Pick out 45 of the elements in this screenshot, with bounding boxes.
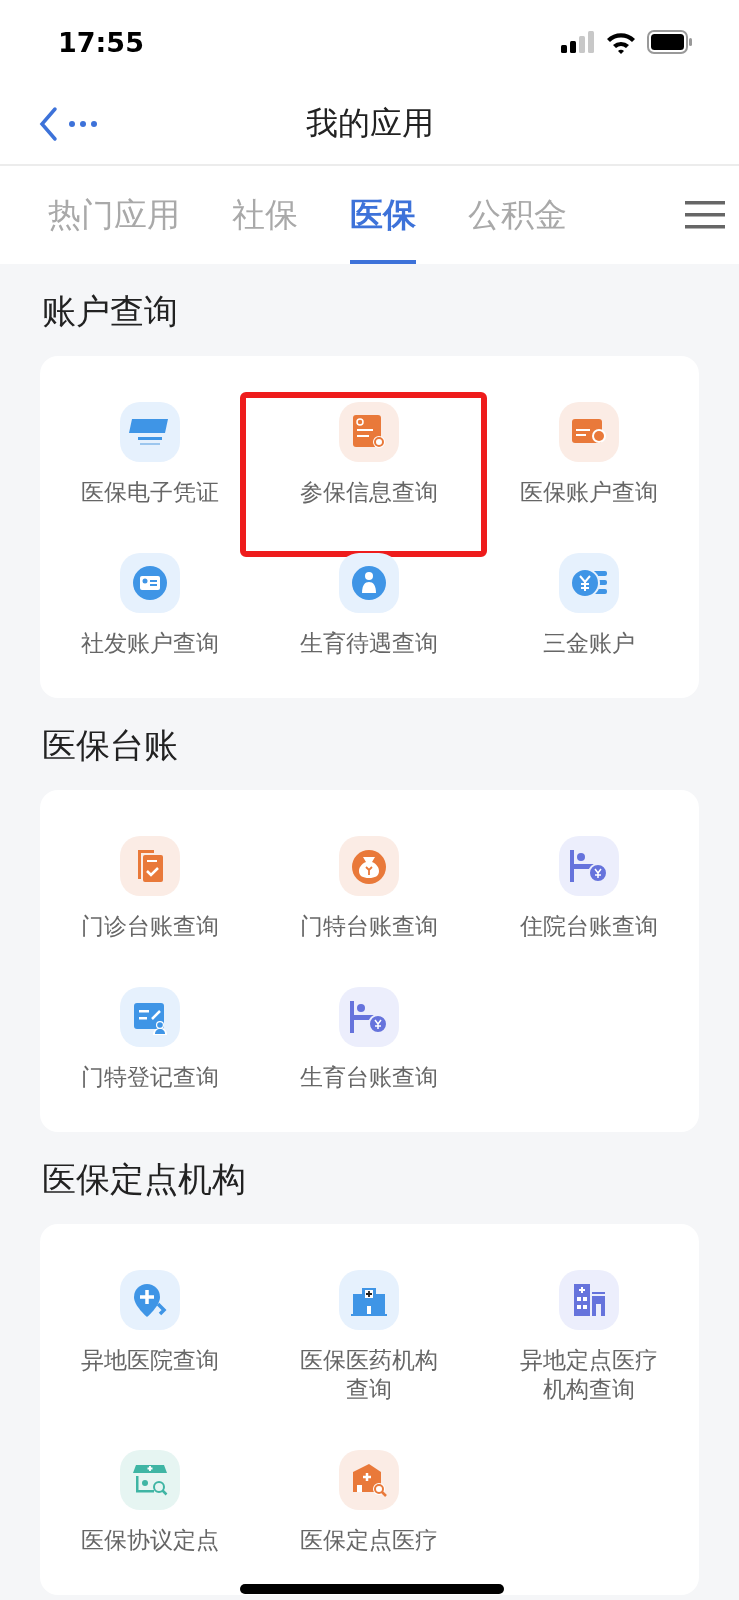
bed-yen-icon	[339, 987, 400, 1047]
app-shortcut[interactable]: 门特登记查询	[69, 987, 230, 1092]
page-title: 我的应用	[305, 103, 434, 144]
document-check-icon	[119, 836, 180, 896]
app-shortcut[interactable]: 医保定点医疗	[289, 1450, 450, 1555]
app-shortcut[interactable]: 生育待遇查询	[289, 553, 450, 658]
app-shortcut[interactable]: 医保医药机构查询	[289, 1270, 450, 1404]
bed-yen-icon	[559, 836, 620, 896]
more-icon	[68, 120, 98, 128]
status-time: 17:55	[58, 26, 144, 58]
id-card-icon	[119, 553, 180, 613]
location-plus-icon	[119, 1270, 180, 1330]
app-shortcut[interactable]: 三金账户	[509, 553, 670, 658]
wifi-icon	[605, 30, 637, 54]
hospital-search-icon	[339, 1450, 400, 1510]
back-icon	[38, 106, 58, 142]
money-bag-icon	[339, 836, 400, 896]
app-shortcut[interactable]: 医保协议定点	[69, 1450, 230, 1555]
buildings-icon	[559, 1270, 620, 1330]
shop-search-icon	[119, 1450, 180, 1510]
document-search-icon	[339, 402, 400, 462]
app-shortcut[interactable]: 医保电子凭证	[69, 402, 230, 507]
hospital-icon	[339, 1270, 400, 1330]
card-yen-icon	[559, 402, 620, 462]
app-shortcut[interactable]: 医保账户查询	[509, 402, 670, 507]
section-title: 医保定点机构	[42, 1158, 247, 1201]
person-icon	[339, 553, 400, 613]
logo-icon	[119, 402, 180, 462]
section-title: 医保台账	[42, 724, 179, 767]
battery-icon	[647, 30, 693, 54]
app-shortcut[interactable]: 住院台账查询	[509, 836, 670, 941]
signal-icon	[561, 31, 595, 53]
back-button[interactable]	[38, 106, 98, 142]
app-shortcut[interactable]: 参保信息查询	[289, 402, 450, 507]
app-shortcut[interactable]: 生育台账查询	[289, 987, 450, 1092]
app-shortcut[interactable]: 门诊台账查询	[69, 836, 230, 941]
form-person-icon	[119, 987, 180, 1047]
section-title: 账户查询	[42, 290, 179, 333]
app-shortcut[interactable]: 门特台账查询	[289, 836, 450, 941]
menu-icon	[685, 199, 725, 231]
app-shortcut[interactable]: 异地医院查询	[69, 1270, 230, 1404]
yen-coins-icon	[559, 553, 620, 613]
app-shortcut[interactable]: 社发账户查询	[69, 553, 230, 658]
category-tab[interactable]: 医保	[350, 166, 416, 264]
app-shortcut[interactable]: 异地定点医疗机构查询	[509, 1270, 670, 1404]
